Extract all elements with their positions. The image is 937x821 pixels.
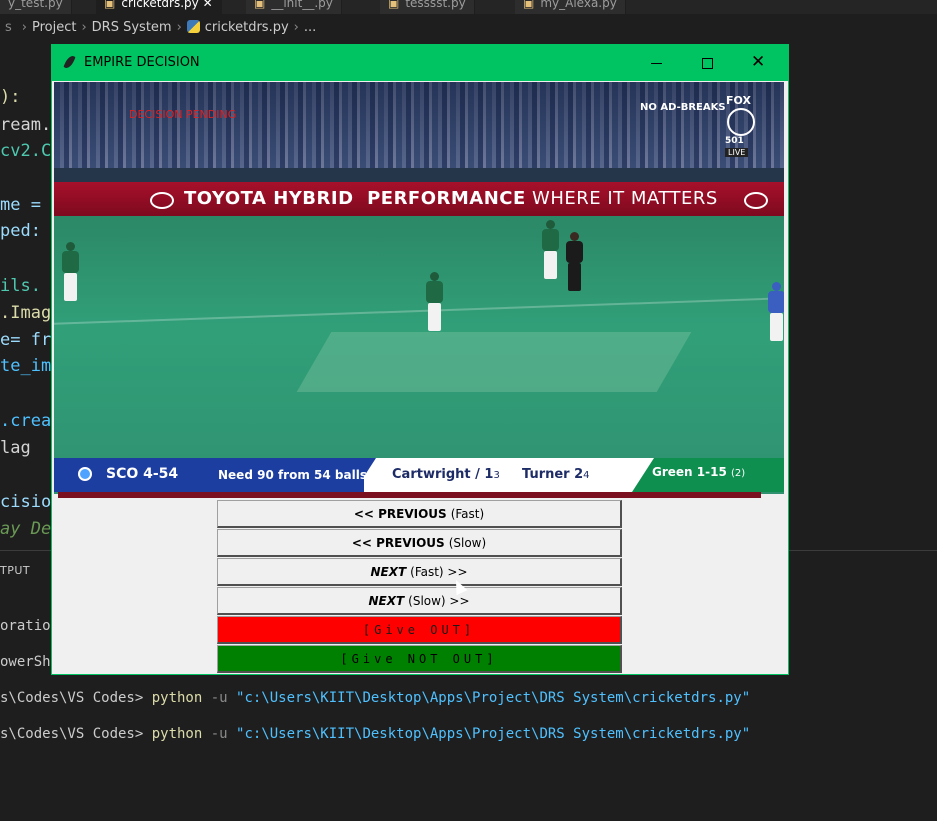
cricket-ball-icon bbox=[727, 108, 755, 136]
python-file-icon: ▣ bbox=[388, 0, 400, 10]
feather-icon bbox=[63, 54, 76, 70]
empire-decision-window: EMPIRE DECISION ✕ TOYOTA HYBRID PERFORMA… bbox=[51, 44, 789, 675]
pitch bbox=[296, 332, 692, 392]
decision-pending-label: DECISION PENDING bbox=[129, 108, 237, 121]
previous-fast-button[interactable]: << PREVIOUS (Fast) bbox=[217, 500, 622, 528]
give-not-out-button[interactable]: [Give NOT OUT] bbox=[217, 645, 622, 673]
team-score: SCO 4-54 bbox=[106, 466, 179, 482]
python-file-icon: ▣ bbox=[254, 0, 266, 10]
scoreboard: SCO 4-54 Need 90 from 54 balls Cartwrigh… bbox=[54, 458, 784, 492]
close-icon: ✕ bbox=[751, 52, 766, 72]
next-fast-button[interactable]: NEXT (Fast) >> bbox=[217, 558, 622, 586]
code-line: te_im bbox=[0, 356, 52, 376]
breadcrumb: s › Project › DRS System › cricketdrs.py ›... bbox=[5, 20, 317, 35]
chevron-right-icon: › bbox=[21, 20, 27, 35]
editor-tab-bar: y_test.py ▣ cricketdrs.py ✕ ▣ __init__.py … bbox=[0, 0, 937, 14]
chevron-right-icon: › bbox=[81, 20, 87, 35]
breadcrumb-file[interactable]: cricketdrs.py bbox=[205, 20, 289, 35]
python-file-icon: ▣ bbox=[523, 0, 535, 10]
code-line: cv2.C bbox=[0, 141, 52, 161]
code-line: lag bbox=[0, 438, 31, 458]
toyota-logo-icon bbox=[744, 192, 768, 209]
fox-broadcaster-logo: FOX 501 LIVE bbox=[724, 94, 758, 158]
code-line: ay De bbox=[0, 519, 52, 539]
close-button[interactable]: ✕ bbox=[736, 45, 782, 81]
code-line: ped: bbox=[0, 221, 41, 241]
minimize-button[interactable] bbox=[634, 45, 680, 81]
batter-two: Turner 24 bbox=[522, 467, 590, 482]
no-ad-breaks-label: NO AD-BREAKS bbox=[640, 102, 726, 113]
code-line: ): bbox=[0, 87, 21, 107]
code-line: ils. bbox=[0, 276, 41, 296]
python-logo-icon bbox=[186, 20, 200, 33]
team-logo-icon bbox=[78, 467, 92, 481]
breadcrumb-symbol[interactable]: ... bbox=[304, 20, 316, 35]
code-line: ream. bbox=[0, 115, 52, 135]
chevron-right-icon: › bbox=[293, 20, 299, 35]
toyota-logo-icon bbox=[150, 192, 174, 209]
breadcrumb-project[interactable]: Project bbox=[32, 20, 76, 35]
batter-one: Cartwright / 13 bbox=[392, 467, 500, 482]
video-frame: TOYOTA HYBRID PERFORMANCE WHERE IT MATTE… bbox=[54, 82, 784, 494]
code-line: e= fr bbox=[0, 330, 52, 350]
minimize-icon bbox=[651, 63, 662, 64]
window-title: EMPIRE DECISION bbox=[84, 55, 200, 70]
code-line: .Imag bbox=[0, 303, 52, 323]
tab-tesssst[interactable]: ▣ tesssst.py bbox=[380, 0, 475, 14]
tab-y-test[interactable]: y_test.py bbox=[0, 0, 72, 14]
terminal-command-line: s\Codes\VS Codes> python -u "c:\Users\KI… bbox=[0, 726, 751, 742]
target-info: Need 90 from 54 balls bbox=[218, 468, 367, 482]
maximize-button[interactable] bbox=[685, 45, 731, 81]
panel-tab-output[interactable]: TPUT bbox=[0, 564, 30, 577]
terminal-command-line: s\Codes\VS Codes> python -u "c:\Users\KI… bbox=[0, 690, 751, 706]
tab-init[interactable]: ▣ __init__.py bbox=[246, 0, 342, 14]
tab-cricketdrs[interactable]: ▣ cricketdrs.py ✕ bbox=[96, 0, 222, 14]
ad-board: TOYOTA HYBRID PERFORMANCE WHERE IT MATTE… bbox=[54, 182, 784, 216]
bowler-figures: Green 1-15 (2) bbox=[652, 465, 746, 479]
window-titlebar[interactable]: EMPIRE DECISION ✕ bbox=[52, 45, 788, 81]
maximize-icon bbox=[702, 58, 713, 69]
chevron-right-icon: › bbox=[176, 20, 182, 35]
give-out-button[interactable]: [Give OUT] bbox=[217, 616, 622, 644]
code-line: cisio bbox=[0, 492, 52, 512]
breadcrumb-drs-system[interactable]: DRS System bbox=[92, 20, 172, 35]
code-line: me = bbox=[0, 195, 41, 215]
tab-my-alexa[interactable]: ▣ my_Alexa.py bbox=[515, 0, 626, 14]
previous-slow-button[interactable]: << PREVIOUS (Slow) bbox=[217, 529, 622, 557]
next-slow-button[interactable]: NEXT (Slow) >> bbox=[217, 587, 622, 615]
python-file-icon: ▣ bbox=[104, 0, 116, 10]
